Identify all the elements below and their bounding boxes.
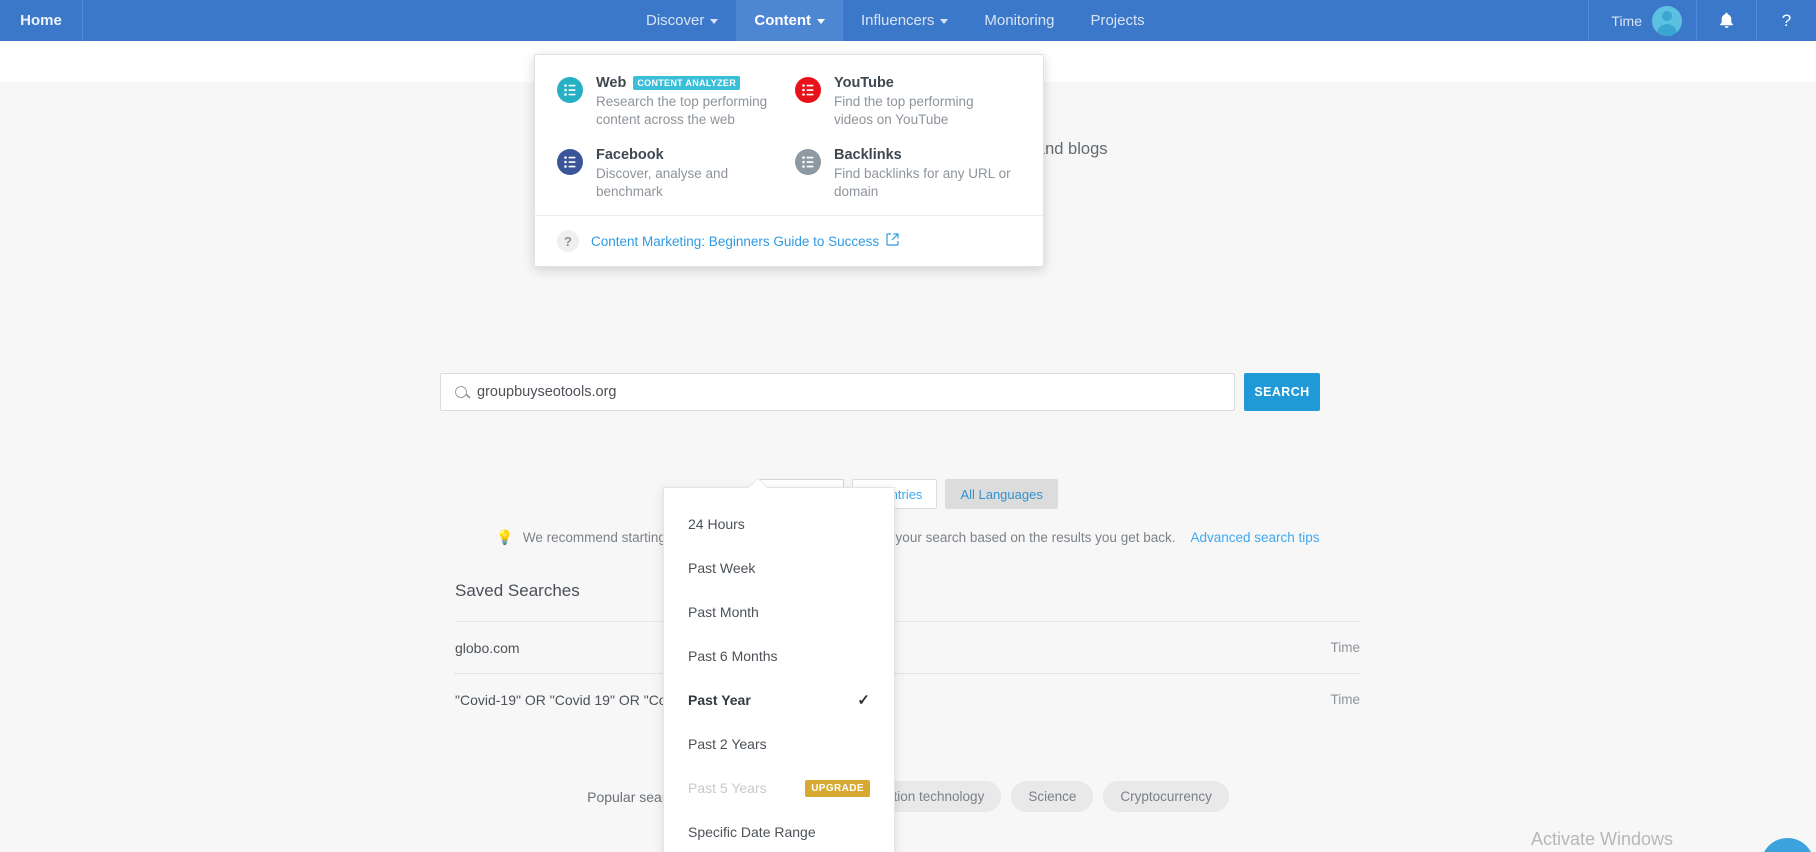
nav-right-spacer bbox=[1163, 0, 1589, 41]
saved-searches-list: globo.com Time "Covid-19" OR "Covid 19" OR… bbox=[455, 621, 1360, 725]
app-root: Home Discover Content Influencers Monitorin… bbox=[0, 0, 1816, 852]
saved-searches-section: Saved Searches globo.com Time "Covid-19" O… bbox=[455, 581, 1360, 725]
content-dropdown-item-title-row: YouTube bbox=[834, 75, 1014, 91]
time-option-label: Past Year bbox=[688, 692, 751, 708]
content-dropdown-footer: ? Content Marketing: Beginners Guide to … bbox=[535, 215, 1043, 266]
content-dropdown-item-title: Backlinks bbox=[834, 147, 902, 163]
saved-search-row[interactable]: globo.com Time bbox=[455, 621, 1360, 673]
external-link-icon bbox=[886, 233, 899, 249]
time-option-label: Past Week bbox=[688, 560, 756, 576]
content-dropdown-item-desc: Find backlinks for any URL or domain bbox=[834, 166, 1011, 199]
saved-search-row[interactable]: "Covid-19" OR "Covid 19" OR "Coronavirus… bbox=[455, 673, 1360, 725]
advanced-search-tips-link[interactable]: Advanced search tips bbox=[1190, 530, 1319, 545]
content-dropdown-item-title: Web bbox=[596, 75, 627, 91]
popular-search-pill[interactable]: Science bbox=[1011, 781, 1094, 812]
nav-item-home[interactable]: Home bbox=[0, 0, 83, 41]
content-dropdown-item-title-row: Facebook bbox=[596, 147, 776, 163]
search-box[interactable] bbox=[440, 373, 1235, 411]
content-marketing-guide-link[interactable]: Content Marketing: Beginners Guide to Su… bbox=[591, 233, 899, 249]
time-option-label: Specific Date Range bbox=[688, 824, 816, 840]
nav-item-label: Discover bbox=[646, 12, 705, 29]
nav-item-discover[interactable]: Discover bbox=[628, 0, 736, 41]
time-option-label: Past 6 Months bbox=[688, 648, 778, 664]
content-dropdown-item-web[interactable]: Web CONTENT ANALYZER Research the top perf… bbox=[557, 75, 783, 129]
content-dropdown-item-title-row: Backlinks bbox=[834, 147, 1014, 163]
nav-item-influencers[interactable]: Influencers bbox=[843, 0, 966, 41]
content-marketing-guide-label: Content Marketing: Beginners Guide to Su… bbox=[591, 233, 880, 249]
time-range-dropdown: 24 Hours Past Week Past Month Past 6 Months… bbox=[663, 478, 895, 852]
filter-button-all-languages[interactable]: All Languages bbox=[945, 479, 1058, 509]
nav-left-spacer bbox=[83, 0, 628, 41]
content-dropdown-item-body: Backlinks Find backlinks for any URL or d… bbox=[834, 147, 1014, 201]
content-dropdown-item-title: YouTube bbox=[834, 75, 894, 91]
filter-button-group: Past YearCountriesAll Languages bbox=[0, 479, 1816, 509]
question-mark-icon: ? bbox=[557, 230, 579, 252]
top-navigation-bar: Home Discover Content Influencers Monitorin… bbox=[0, 0, 1816, 41]
list-icon bbox=[557, 77, 583, 103]
list-icon bbox=[795, 149, 821, 175]
time-option-label: Past 5 Years bbox=[688, 780, 767, 796]
list-icon bbox=[557, 149, 583, 175]
search-button[interactable]: SEARCH bbox=[1244, 373, 1320, 411]
nav-item-label: Content bbox=[754, 12, 812, 29]
nav-item-projects[interactable]: Projects bbox=[1072, 0, 1162, 41]
time-option-past-5-years: Past 5 Years UPGRADE bbox=[664, 766, 894, 810]
content-dropdown-grid: Web CONTENT ANALYZER Research the top perf… bbox=[535, 55, 1043, 215]
nav-item-label: Monitoring bbox=[984, 12, 1055, 29]
content-dropdown-item-body: Web CONTENT ANALYZER Research the top perf… bbox=[596, 75, 776, 129]
time-option-past-week[interactable]: Past Week bbox=[664, 546, 894, 590]
content-dropdown-item-body: Facebook Discover, analyse and benchmark bbox=[596, 147, 776, 201]
time-option-label: Past Month bbox=[688, 604, 759, 620]
time-option-past-month[interactable]: Past Month bbox=[664, 590, 894, 634]
time-option-label: Past 2 Years bbox=[688, 736, 767, 752]
chevron-down-icon bbox=[940, 19, 949, 24]
search-section: SEARCH bbox=[440, 373, 1320, 411]
popular-searches-section: Popular searches: CoronavirusInformation… bbox=[0, 781, 1816, 812]
time-option-24-hours[interactable]: 24 Hours bbox=[664, 502, 894, 546]
user-menu-label: Time bbox=[1611, 12, 1642, 29]
content-dropdown-item-facebook[interactable]: Facebook Discover, analyse and benchmark bbox=[557, 147, 783, 201]
popular-search-pill[interactable]: Cryptocurrency bbox=[1103, 781, 1229, 812]
list-icon bbox=[795, 77, 821, 103]
time-option-past-6-months[interactable]: Past 6 Months bbox=[664, 634, 894, 678]
activate-windows-watermark: Activate Windows bbox=[1531, 829, 1674, 849]
lightbulb-icon: 💡 bbox=[496, 529, 514, 545]
time-option-past-year[interactable]: Past Year ✓ bbox=[664, 678, 894, 722]
search-icon bbox=[455, 386, 467, 398]
nav-right-group: Time ? bbox=[1588, 0, 1816, 41]
nav-center-group: Discover Content Influencers Monitoring Proj… bbox=[628, 0, 1163, 41]
bell-icon[interactable] bbox=[1696, 0, 1756, 41]
content-dropdown-item-desc: Research the top performing content acro… bbox=[596, 94, 768, 127]
nav-item-label: Influencers bbox=[861, 12, 935, 29]
avatar bbox=[1652, 5, 1682, 36]
user-menu[interactable]: Time bbox=[1588, 0, 1696, 41]
status-badge: CONTENT ANALYZER bbox=[633, 76, 740, 90]
content-dropdown-item-desc: Find the top performing videos on YouTub… bbox=[834, 94, 974, 127]
content-dropdown-item-backlinks[interactable]: Backlinks Find backlinks for any URL or d… bbox=[795, 147, 1021, 201]
nav-item-monitoring[interactable]: Monitoring bbox=[966, 0, 1072, 41]
saved-search-time: Time bbox=[1330, 640, 1361, 655]
search-input[interactable] bbox=[477, 384, 1220, 400]
recommendation-tip: 💡 We recommend starting with a broad sea… bbox=[0, 529, 1816, 546]
saved-search-query: globo.com bbox=[455, 639, 520, 656]
content-dropdown-item-desc: Discover, analyse and benchmark bbox=[596, 166, 729, 199]
chevron-down-icon bbox=[817, 19, 826, 24]
time-option-past-2-years[interactable]: Past 2 Years bbox=[664, 722, 894, 766]
content-dropdown-item-title: Facebook bbox=[596, 147, 664, 163]
upgrade-badge: UPGRADE bbox=[805, 779, 870, 797]
content-dropdown-item-youtube[interactable]: YouTube Find the top performing videos on… bbox=[795, 75, 1021, 129]
content-mega-dropdown: Web CONTENT ANALYZER Research the top perf… bbox=[534, 54, 1044, 267]
time-option-label: 24 Hours bbox=[688, 516, 745, 532]
chevron-down-icon bbox=[710, 19, 719, 24]
saved-searches-title: Saved Searches bbox=[455, 581, 580, 600]
content-dropdown-item-title-row: Web CONTENT ANALYZER bbox=[596, 75, 776, 91]
time-option-specific-date-range[interactable]: Specific Date Range bbox=[664, 810, 894, 852]
question-mark-icon[interactable]: ? bbox=[1756, 0, 1816, 41]
nav-item-label: Projects bbox=[1090, 12, 1145, 29]
nav-item-content[interactable]: Content bbox=[736, 0, 844, 41]
content-dropdown-item-body: YouTube Find the top performing videos on… bbox=[834, 75, 1014, 129]
checkmark-icon: ✓ bbox=[857, 692, 870, 709]
saved-search-time: Time bbox=[1330, 692, 1361, 707]
